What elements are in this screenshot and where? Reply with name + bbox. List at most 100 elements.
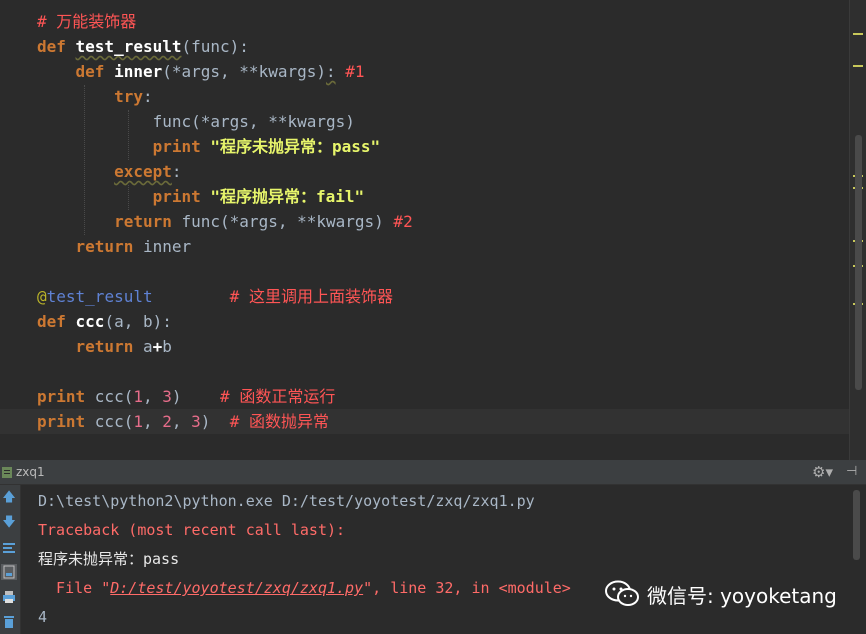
code-line[interactable]: func(*args, **kwargs) — [0, 109, 850, 134]
code-token: 3 — [191, 412, 201, 431]
code-line[interactable]: def ccc(a, b): — [0, 309, 850, 334]
scroll-to-end-icon[interactable] — [1, 564, 17, 580]
code-line[interactable] — [0, 359, 850, 384]
console-line: 程序未抛异常：pass — [38, 548, 179, 570]
console-text: D:\test\python2\python.exe D:/test/yoyot… — [38, 492, 535, 510]
code-line-text: func(*args, **kwargs) — [37, 109, 355, 134]
code-token: func(*args, **kwargs) — [181, 212, 384, 231]
code-line-text: try: — [37, 84, 153, 109]
gear-icon[interactable]: ⚙▾ — [812, 463, 833, 481]
code-token: func(*args, **kwargs) — [37, 112, 355, 131]
warning-marker[interactable] — [853, 65, 863, 67]
code-line-text: @test_result # 这里调用上面装饰器 — [37, 284, 393, 309]
code-line[interactable]: return inner — [0, 234, 850, 259]
code-line[interactable]: return func(*args, **kwargs) #2 — [0, 209, 850, 234]
code-token: test_result — [46, 287, 153, 306]
code-token: @ — [37, 287, 47, 306]
code-line-text: def test_result(func): — [37, 34, 249, 59]
warning-marker[interactable] — [853, 33, 863, 35]
code-token: return — [75, 237, 143, 256]
code-token: print — [152, 137, 211, 156]
code-token: , — [171, 412, 192, 431]
code-line-text: print "程序抛异常：fail" — [37, 184, 365, 209]
error-stripe[interactable] — [849, 0, 866, 460]
code-token: # 函数抛异常 — [229, 412, 329, 431]
code-token: print — [37, 412, 95, 431]
code-line[interactable]: @test_result # 这里调用上面装饰器 — [0, 284, 850, 309]
code-line[interactable]: print "程序抛异常：fail" — [0, 184, 850, 209]
trash-icon[interactable] — [1, 613, 17, 629]
code-line-text: print "程序未抛异常：pass" — [37, 134, 381, 159]
run-tab-label[interactable]: zxq1 — [16, 465, 45, 479]
print-icon[interactable] — [1, 589, 17, 605]
code-line[interactable]: try: — [0, 84, 850, 109]
code-token: : — [142, 87, 153, 106]
code-line[interactable] — [0, 259, 850, 284]
code-line[interactable]: # 万能装饰器 — [0, 9, 850, 34]
code-line-text: def ccc(a, b): — [37, 309, 172, 334]
arrow-down-icon[interactable]: 🡇 — [1, 515, 17, 531]
code-token: + — [152, 337, 163, 356]
code-token: test_result — [75, 37, 182, 56]
run-panel-header: zxq1 ⚙▾ ⊣ — [0, 462, 866, 485]
run-toolbar: 🡅 🡇 — [0, 485, 21, 634]
code-line[interactable]: print ccc(1, 2, 3) # 函数抛异常 — [0, 409, 850, 434]
code-token: (func): — [181, 37, 249, 56]
code-line-text: # 万能装饰器 — [37, 9, 136, 34]
file-link[interactable]: D:/test/yoyotest/zxq/zxq1.py — [110, 579, 363, 597]
code-line[interactable]: def test_result(func): — [0, 34, 850, 59]
console-line: 4 — [38, 606, 47, 628]
code-token: print — [152, 187, 211, 206]
code-token: #1 — [335, 62, 365, 81]
code-token: # 函数正常运行 — [220, 387, 336, 406]
code-token: ) — [200, 412, 230, 431]
code-token: inner — [114, 62, 163, 81]
code-token: : — [326, 62, 336, 81]
code-line-text: return a+b — [37, 334, 172, 359]
soft-wrap-icon[interactable] — [1, 540, 17, 556]
code-line-text: return func(*args, **kwargs) #2 — [37, 209, 413, 234]
code-token: return — [114, 212, 182, 231]
code-line[interactable]: print "程序未抛异常：pass" — [0, 134, 850, 159]
code-token: 3 — [162, 387, 172, 406]
code-token: except — [114, 162, 172, 181]
code-line[interactable]: return a+b — [0, 334, 850, 359]
code-token: return — [75, 337, 143, 356]
arrow-up-icon[interactable]: 🡅 — [1, 490, 17, 506]
console-text: Traceback (most recent call last): — [38, 521, 346, 539]
code-token: (a, b): — [104, 312, 172, 331]
editor-scrollbar[interactable] — [855, 135, 862, 390]
code-line[interactable]: except: — [0, 159, 850, 184]
console-text-tail: ", line 32, in <module> — [363, 579, 571, 597]
code-token: "程序未抛异常：pass" — [210, 137, 381, 156]
code-token: print — [37, 387, 95, 406]
console-text: 程序未抛异常：pass — [38, 550, 180, 568]
console-scrollbar[interactable] — [853, 490, 860, 560]
code-token: inner — [142, 237, 192, 256]
run-console-output[interactable]: D:\test\python2\python.exe D:/test/yoyot… — [21, 485, 850, 634]
code-token: ccc( — [94, 387, 134, 406]
code-token: b — [162, 337, 172, 356]
code-line[interactable]: def inner(*args, **kwargs): #1 — [0, 59, 850, 84]
code-token: , — [142, 387, 163, 406]
code-token: ccc( — [94, 412, 134, 431]
code-token: # 万能装饰器 — [37, 12, 137, 31]
code-line-text: return inner — [37, 234, 192, 259]
code-line[interactable]: print ccc(1, 3) # 函数正常运行 — [0, 384, 850, 409]
code-token: def — [75, 62, 115, 81]
code-token: # 这里调用上面装饰器 — [229, 287, 393, 306]
wechat-icon — [605, 580, 639, 606]
code-editor[interactable]: # 万能装饰器 def test_result(func): def inner(… — [0, 0, 866, 460]
code-token: "程序抛异常：fail" — [210, 187, 365, 206]
code-line-text: def inner(*args, **kwargs): #1 — [37, 59, 365, 84]
wechat-watermark: 微信号: yoyoketang — [605, 578, 837, 610]
code-token: #2 — [383, 212, 413, 231]
pin-icon[interactable]: ⊣ — [846, 464, 857, 479]
